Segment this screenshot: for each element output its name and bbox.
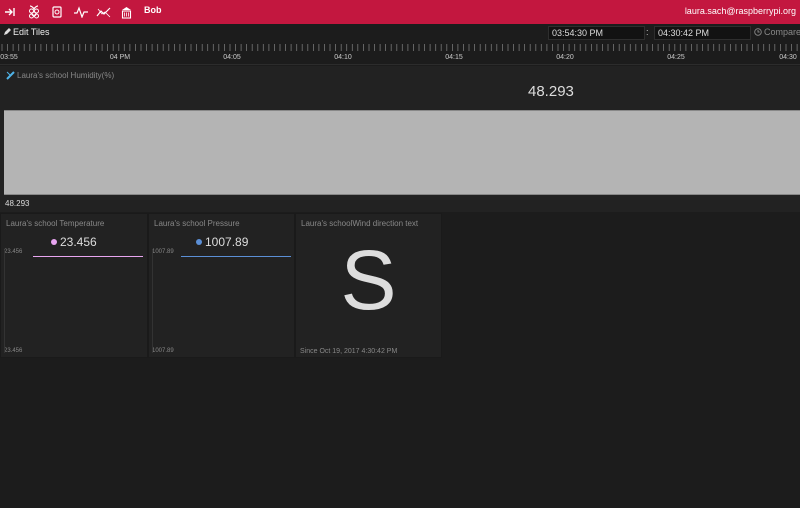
timeline-ticks	[1, 44, 798, 51]
temperature-value-row: 23.456	[51, 235, 97, 249]
tick-label: 04:20	[556, 54, 574, 61]
axis-max-label: 23.456	[4, 249, 23, 255]
humidity-title: Laura's school Humidity(%)	[6, 71, 114, 80]
humidity-bar	[4, 110, 800, 195]
series-dot	[196, 239, 202, 245]
time-separator: :	[646, 27, 649, 37]
toolbar: Edit Tiles 03:54:30 PM : 04:30:42 PM Com…	[0, 24, 800, 41]
temperature-tile[interactable]: Laura's school Temperature 23.456 23.456…	[0, 213, 148, 358]
user-account[interactable]: laura.sach@raspberrypi.org	[685, 6, 796, 16]
series-dot	[51, 239, 57, 245]
pencil-icon	[4, 28, 11, 35]
humidity-footer-value: 48.293	[5, 199, 30, 208]
temperature-series-line	[33, 256, 143, 257]
time-scrubber[interactable]: 03:55 04 PM 04:05 04:10 04:15 04:20 04:2…	[0, 41, 800, 65]
wind-direction-tile[interactable]: Laura's schoolWind direction text S Sinc…	[295, 213, 442, 358]
dashboard-icon[interactable]	[3, 4, 17, 20]
wind-direction-value: S	[340, 233, 397, 327]
axis-max-label: 1007.89	[152, 249, 174, 255]
pressure-value: 1007.89	[205, 235, 249, 249]
edit-tiles-button[interactable]: Edit Tiles	[3, 27, 50, 37]
analytics-icon[interactable]	[95, 4, 112, 20]
tick-label: 04:05	[223, 54, 241, 61]
wind-timestamp: Since Oct 19, 2017 4:30:42 PM	[300, 348, 398, 355]
wind-direction-title: Laura's schoolWind direction text	[301, 219, 419, 228]
building-icon[interactable]	[120, 4, 132, 20]
axis-min-label: 1007.89	[152, 348, 174, 354]
tick-label: 03:55	[0, 54, 18, 61]
y-axis	[4, 250, 5, 353]
raspberry-logo[interactable]	[26, 4, 42, 20]
tick-label: 04:10	[334, 54, 352, 61]
pressure-value-row: 1007.89	[196, 235, 248, 249]
tick-label: 04:25	[667, 54, 685, 61]
humidity-tile[interactable]: Laura's school Humidity(%) 48.293 48.293	[0, 66, 800, 212]
device-icon[interactable]	[51, 4, 63, 20]
tick-label: 04:15	[445, 54, 463, 61]
tick-label: 04 PM	[109, 54, 131, 61]
sensor-icon	[6, 71, 15, 80]
edit-tiles-label: Edit Tiles	[13, 27, 50, 37]
start-time-input[interactable]: 03:54:30 PM	[548, 26, 645, 40]
temperature-title: Laura's school Temperature	[6, 219, 105, 228]
end-time-input[interactable]: 04:30:42 PM	[654, 26, 751, 40]
compare-label: Compare	[764, 27, 800, 37]
pressure-tile[interactable]: Laura's school Pressure 1007.89 1007.89 …	[148, 213, 295, 358]
humidity-value: 48.293	[528, 83, 574, 100]
top-bar: Bob laura.sach@raspberrypi.org	[0, 0, 800, 24]
tick-label: 04:30	[779, 54, 797, 61]
humidity-title-label: Laura's school Humidity(%)	[17, 71, 115, 80]
axis-min-label: 23.456	[4, 348, 23, 354]
project-name[interactable]: Bob	[144, 5, 162, 15]
compare-button[interactable]: Compare	[754, 27, 800, 37]
pressure-series-line	[181, 256, 291, 257]
clock-icon	[754, 28, 762, 36]
y-axis	[152, 250, 153, 353]
sensor-wave-icon[interactable]	[73, 4, 89, 20]
temperature-value: 23.456	[60, 235, 97, 249]
pressure-title: Laura's school Pressure	[154, 219, 240, 228]
